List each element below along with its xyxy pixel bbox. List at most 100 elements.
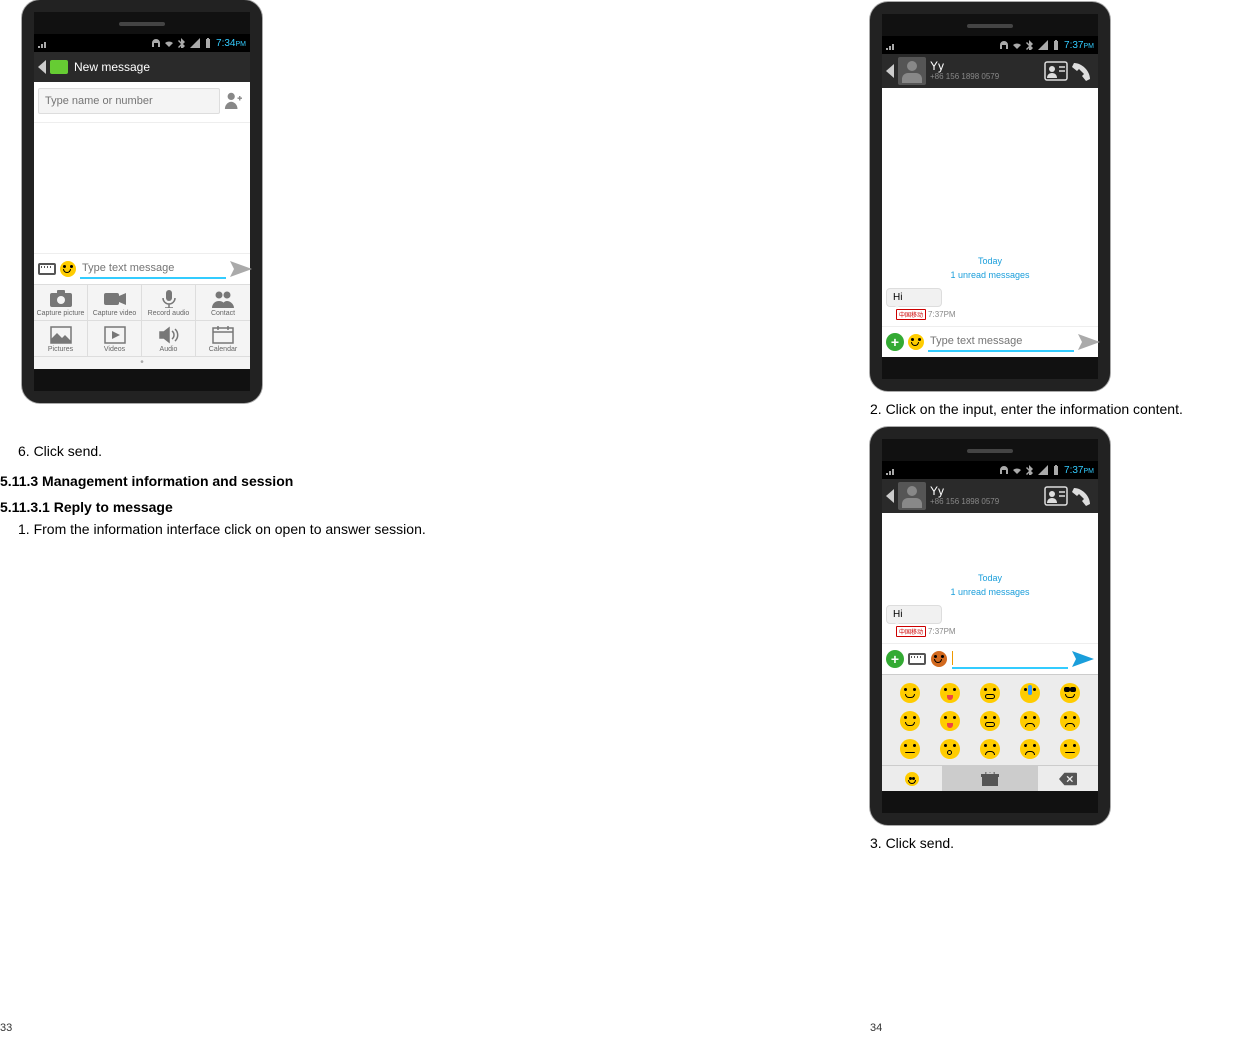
messaging-icon <box>50 60 68 74</box>
add-contact-button[interactable] <box>220 91 246 112</box>
battery-icon <box>203 38 213 48</box>
plus-icon: + <box>886 650 904 668</box>
picker-tab-faces[interactable] <box>882 766 942 791</box>
step-1: 1. From the information interface click … <box>0 521 626 537</box>
emoji-sunglasses[interactable] <box>1060 683 1080 703</box>
emoji-laugh[interactable] <box>980 683 1000 703</box>
wifi-icon <box>164 38 174 48</box>
emoji-grin[interactable] <box>900 711 920 731</box>
emoji-button[interactable] <box>908 333 924 351</box>
step-6: 6. Click send. <box>0 443 626 459</box>
attach-record-audio[interactable]: Record audio <box>142 285 196 321</box>
back-icon[interactable] <box>886 489 894 503</box>
compose-input[interactable] <box>928 332 1074 352</box>
emoji-upset[interactable] <box>1020 739 1040 759</box>
keyboard-button[interactable] <box>38 260 56 278</box>
emoji-icon <box>60 261 76 277</box>
emoji-button[interactable] <box>60 260 76 278</box>
unread-label: 1 unread messages <box>886 587 1094 597</box>
emoji-worried[interactable] <box>1060 711 1080 731</box>
today-label: Today <box>886 573 1094 583</box>
send-button[interactable] <box>1072 651 1094 667</box>
emoji-neutral[interactable] <box>900 739 920 759</box>
calendar-icon <box>212 326 234 344</box>
picker-tabs <box>882 765 1098 791</box>
emoji-surprised[interactable] <box>940 739 960 759</box>
picker-tab-backspace[interactable] <box>1038 766 1098 791</box>
conversation-body: Today 1 unread messages Hi 中国移动 7:37PM <box>882 513 1098 643</box>
contact-card-icon[interactable] <box>1044 486 1068 506</box>
attach-videos[interactable]: Videos <box>88 321 142 357</box>
send-icon <box>1078 334 1100 350</box>
headphones-icon <box>999 465 1009 475</box>
bluetooth-icon <box>1025 465 1035 475</box>
emoji-meh[interactable] <box>1060 739 1080 759</box>
emoji-nose[interactable] <box>1020 683 1040 703</box>
compose-row: + <box>882 326 1098 357</box>
message-bubble[interactable]: Hi <box>886 288 942 307</box>
send-button[interactable] <box>1078 334 1100 350</box>
headphones-icon <box>999 40 1009 50</box>
inserted-emoji <box>930 650 948 668</box>
attach-contact[interactable]: Contact <box>196 285 250 321</box>
emoji-sad[interactable] <box>1020 711 1040 731</box>
conversation-body: Today 1 unread messages Hi 中国移动 7:37PM <box>882 88 1098 326</box>
battery-icon <box>1051 465 1061 475</box>
back-icon[interactable] <box>886 64 894 78</box>
bluetooth-icon <box>177 38 187 48</box>
wifi-icon <box>1012 465 1022 475</box>
message-meta: 中国移动 7:37PM <box>896 626 1094 637</box>
compose-row: + <box>882 643 1098 674</box>
send-button[interactable] <box>230 261 252 277</box>
emoji-confused[interactable] <box>980 739 1000 759</box>
phone-emoji-picker: 7:37PM Yy +86 156 1898 0579 Today <box>870 427 1110 825</box>
signal-icon <box>886 465 896 475</box>
faces-tab-icon <box>905 772 919 786</box>
video-camera-icon <box>104 290 126 308</box>
videos-icon <box>104 326 126 344</box>
status-bar: 7:37PM <box>882 36 1098 54</box>
compose-input[interactable] <box>952 649 1068 669</box>
attach-calendar[interactable]: Calendar <box>196 321 250 357</box>
back-icon[interactable] <box>38 60 46 74</box>
message-bubble[interactable]: Hi <box>886 605 942 624</box>
emoji-smile[interactable] <box>900 683 920 703</box>
compose-input[interactable] <box>80 259 226 279</box>
attach-capture-video[interactable]: Capture video <box>88 285 142 321</box>
page-right: 7:37PM Yy +86 156 1898 0579 Today <box>626 0 1252 1038</box>
contact-avatar[interactable] <box>898 482 926 510</box>
status-time: 7:34PM <box>216 38 246 49</box>
attach-button[interactable]: + <box>886 333 904 351</box>
keyboard-button[interactable] <box>908 650 926 668</box>
attach-button[interactable]: + <box>886 650 904 668</box>
phone-conversation: 7:37PM Yy +86 156 1898 0579 Today <box>870 2 1110 391</box>
conversation-header: Yy +86 156 1898 0579 <box>882 479 1098 513</box>
send-icon <box>1072 651 1094 667</box>
add-contact-icon <box>224 91 242 109</box>
phone-new-message: 7:34PM New message <box>22 0 262 403</box>
contact-avatar[interactable] <box>898 57 926 85</box>
unread-label: 1 unread messages <box>886 270 1094 280</box>
audio-icon <box>158 326 180 344</box>
contact-card-icon[interactable] <box>1044 61 1068 81</box>
step-3: 3. Click send. <box>870 835 1252 851</box>
cell-icon <box>190 38 200 48</box>
conversation-header: Yy +86 156 1898 0579 <box>882 54 1098 88</box>
emoji-picker <box>882 674 1098 791</box>
keyboard-icon <box>38 263 56 275</box>
heading-5-11-3-1: 5.11.3.1 Reply to message <box>0 499 626 515</box>
new-message-header: New message <box>34 52 250 82</box>
attach-audio[interactable]: Audio <box>142 321 196 357</box>
recipient-input[interactable] <box>38 88 220 114</box>
emoji-tongue[interactable] <box>940 683 960 703</box>
emoji-biggrin[interactable] <box>980 711 1000 731</box>
emoji-wink[interactable] <box>940 711 960 731</box>
call-icon[interactable] <box>1070 61 1094 81</box>
cell-icon <box>1038 465 1048 475</box>
heading-5-11-3: 5.11.3 Management information and sessio… <box>0 473 626 489</box>
call-icon[interactable] <box>1070 486 1094 506</box>
picker-tab-gifts[interactable] <box>942 766 1038 791</box>
contacts-icon <box>212 290 234 308</box>
attach-pictures[interactable]: Pictures <box>34 321 88 357</box>
attach-capture-picture[interactable]: Capture picture <box>34 285 88 321</box>
